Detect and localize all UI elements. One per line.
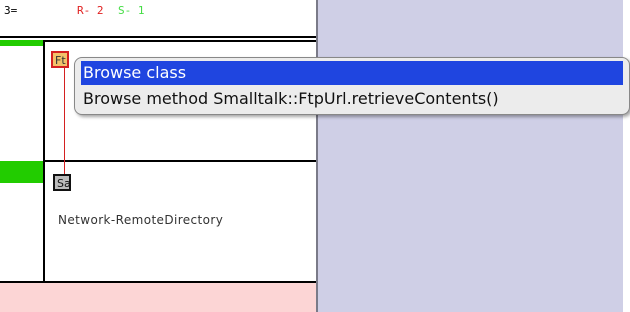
menu-item-browse-class[interactable]: Browse class (81, 61, 623, 85)
r-count-label: R- 2 (77, 4, 104, 17)
count-label: 3= (4, 4, 18, 17)
side-panel (316, 0, 630, 312)
s-count-label: S- 1 (118, 4, 145, 17)
menu-item-browse-method[interactable]: Browse method Smalltalk::FtpUrl.retrieve… (81, 87, 623, 111)
visualization-canvas: 3= R- 2 S- 1 Ft Sa Network-RemoteDirecto… (0, 0, 318, 312)
class-node-ftpurl[interactable]: Ft (51, 51, 69, 68)
green-marker-bar (0, 161, 43, 183)
metrics-header: 3= R- 2 S- 1 (0, 0, 316, 38)
category-label: Network-RemoteDirectory (58, 213, 224, 227)
context-menu: Browse class Browse method Smalltalk::Ft… (74, 57, 630, 115)
pink-strip (0, 281, 316, 312)
class-node-sa[interactable]: Sa (53, 174, 71, 191)
dependency-link (64, 68, 65, 174)
green-marker-bar (0, 40, 43, 46)
